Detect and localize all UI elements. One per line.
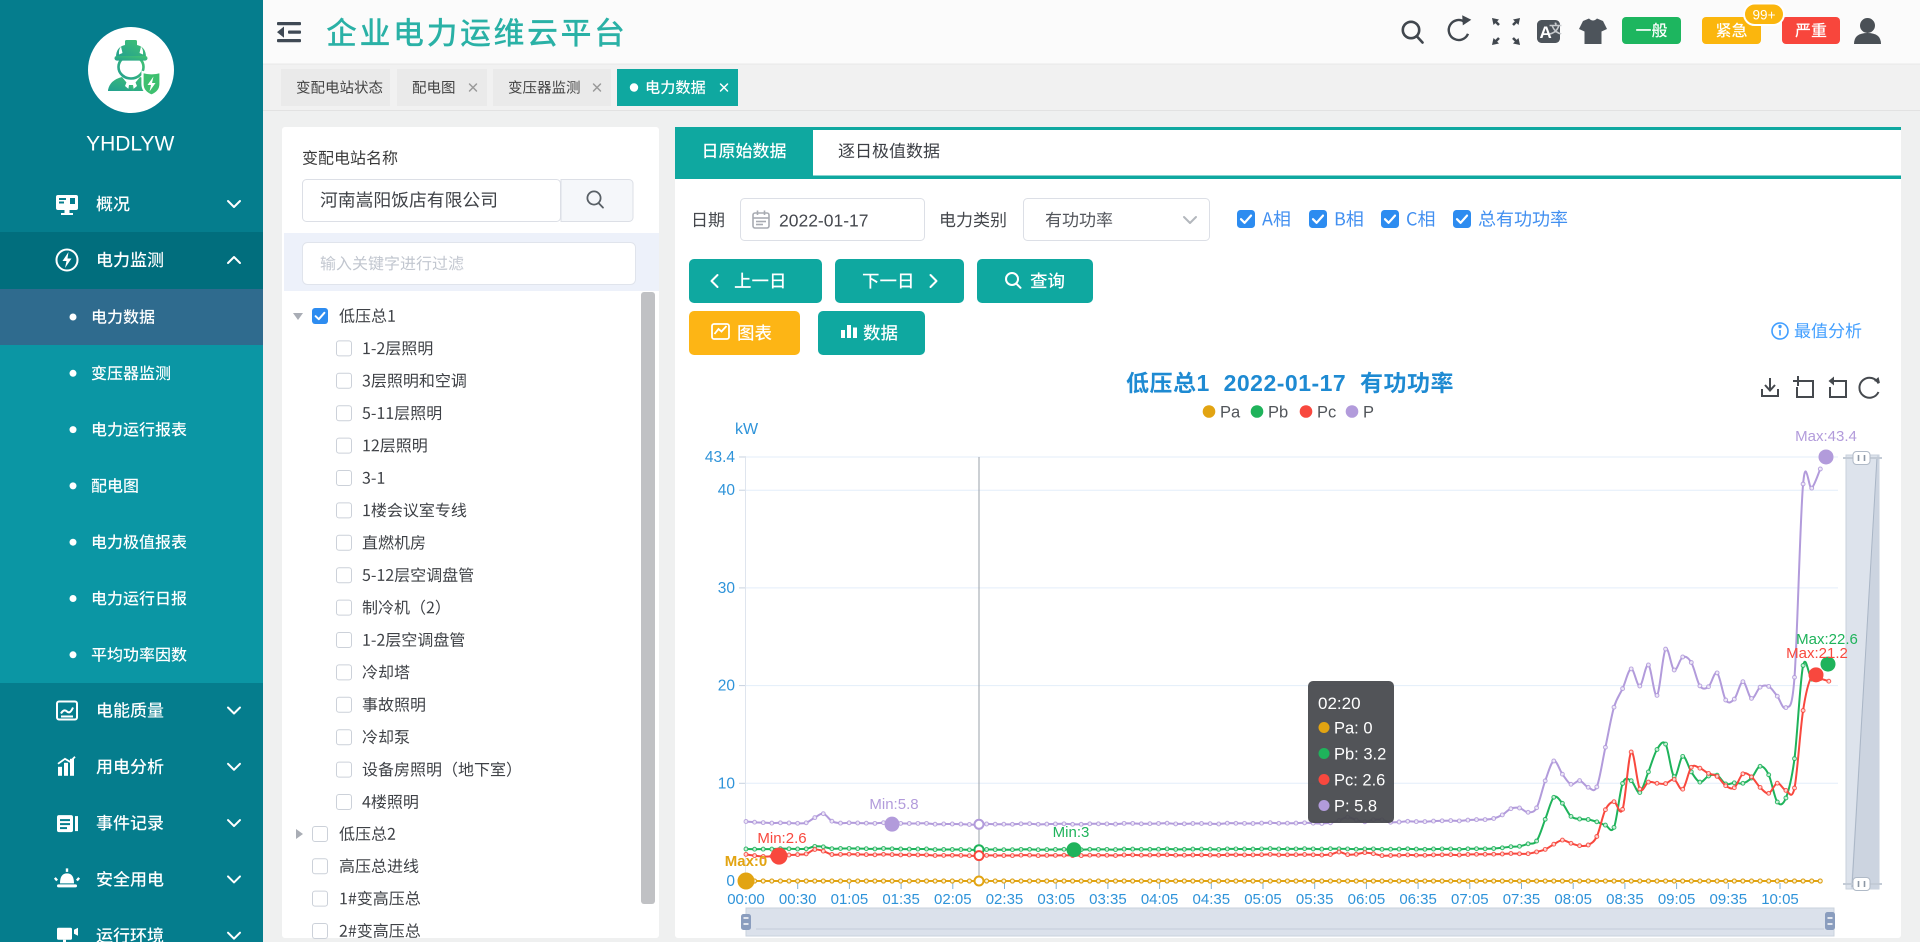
- svg-text:04:35: 04:35: [1193, 891, 1231, 908]
- svg-text:00:30: 00:30: [779, 891, 817, 908]
- svg-text:Pb: 3.2: Pb: 3.2: [1334, 746, 1386, 764]
- svg-text:08:05: 08:05: [1554, 891, 1592, 908]
- svg-text:Pa: Pa: [1220, 404, 1241, 422]
- svg-text:09:35: 09:35: [1710, 891, 1748, 908]
- svg-text:Pc: Pc: [1317, 404, 1336, 422]
- svg-text:06:35: 06:35: [1399, 891, 1437, 908]
- svg-text:Min:5.8: Min:5.8: [869, 796, 918, 813]
- svg-text:Max:43.4: Max:43.4: [1795, 428, 1857, 445]
- svg-text:Pc: 2.6: Pc: 2.6: [1334, 772, 1385, 790]
- svg-text:20: 20: [718, 678, 736, 695]
- svg-text:30: 30: [718, 580, 736, 597]
- svg-text:YHDLYW: YHDLYW: [86, 133, 174, 156]
- svg-text:02:20: 02:20: [1318, 694, 1361, 713]
- svg-text:Max:21.2: Max:21.2: [1786, 645, 1848, 662]
- svg-text:Pa: 0: Pa: 0: [1334, 720, 1373, 738]
- svg-text:01:35: 01:35: [882, 891, 920, 908]
- svg-text:99+: 99+: [1753, 8, 1776, 23]
- svg-text:kW: kW: [735, 421, 759, 438]
- svg-text:Max:0: Max:0: [725, 853, 768, 870]
- svg-text:Pb: Pb: [1268, 404, 1288, 422]
- svg-text:0: 0: [726, 873, 735, 890]
- svg-text:02:35: 02:35: [986, 891, 1024, 908]
- svg-text:10: 10: [718, 775, 736, 792]
- svg-text:09:05: 09:05: [1658, 891, 1696, 908]
- svg-text:07:05: 07:05: [1451, 891, 1489, 908]
- svg-text:43.4: 43.4: [705, 449, 736, 466]
- svg-text:40: 40: [718, 482, 736, 499]
- svg-text:02:05: 02:05: [934, 891, 972, 908]
- svg-text:10:05: 10:05: [1761, 891, 1799, 908]
- svg-text:05:35: 05:35: [1296, 891, 1334, 908]
- svg-text:P: 5.8: P: 5.8: [1334, 798, 1377, 816]
- svg-text:03:05: 03:05: [1037, 891, 1075, 908]
- svg-text:Min:3: Min:3: [1053, 824, 1090, 841]
- svg-text:1 2022-01-17: 1 2022-01-17: [1197, 370, 1361, 396]
- svg-text:Min:2.6: Min:2.6: [757, 830, 806, 847]
- svg-text:01:05: 01:05: [831, 891, 869, 908]
- svg-text:03:35: 03:35: [1089, 891, 1127, 908]
- svg-text:07:35: 07:35: [1503, 891, 1541, 908]
- svg-text:00:00: 00:00: [727, 891, 765, 908]
- svg-text:06:05: 06:05: [1348, 891, 1386, 908]
- svg-text:2022-01-17: 2022-01-17: [779, 211, 869, 231]
- svg-text:04:05: 04:05: [1141, 891, 1179, 908]
- svg-text:P: P: [1363, 404, 1374, 422]
- svg-text:05:05: 05:05: [1244, 891, 1282, 908]
- svg-text:08:35: 08:35: [1606, 891, 1644, 908]
